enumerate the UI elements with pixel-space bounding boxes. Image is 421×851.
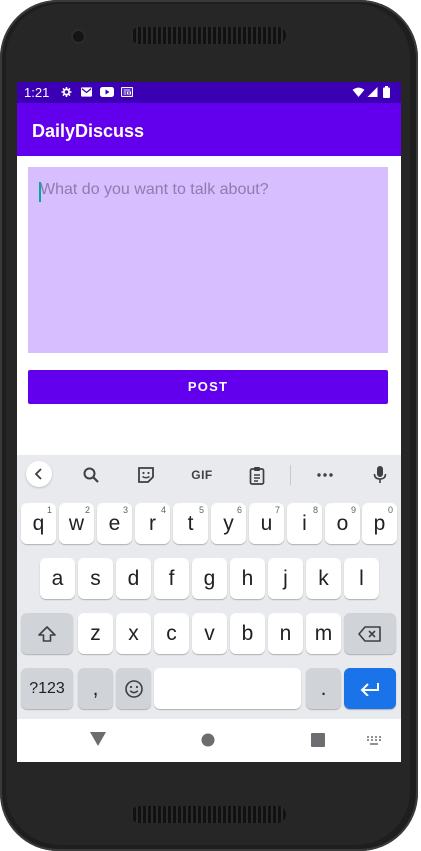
key-d[interactable]: d — [116, 558, 151, 599]
key-t[interactable]: t5 — [173, 503, 208, 544]
clipboard-icon — [249, 466, 265, 485]
key-j[interactable]: j — [268, 558, 303, 599]
post-input-placeholder: What do you want to talk about? — [40, 181, 269, 198]
clipboard-button[interactable] — [243, 463, 271, 487]
home-icon[interactable] — [201, 733, 215, 747]
gmail-icon — [81, 87, 92, 97]
keyboard-switch-icon[interactable] — [366, 736, 382, 746]
key-label: i — [302, 511, 307, 535]
gif-label: GIF — [191, 468, 213, 482]
keyboard-toolbar: GIF — [17, 455, 401, 495]
shift-key[interactable] — [21, 613, 73, 654]
key-label: p — [373, 511, 386, 535]
key-b[interactable]: b — [230, 613, 265, 654]
key-label: o — [336, 511, 349, 535]
comma-key[interactable]: , — [78, 668, 113, 709]
key-x[interactable]: x — [116, 613, 151, 654]
news-icon — [121, 87, 133, 97]
key-hint: 5 — [198, 505, 204, 515]
collapse-toolbar-button[interactable] — [26, 461, 52, 487]
key-a[interactable]: a — [40, 558, 75, 599]
key-l[interactable]: l — [344, 558, 379, 599]
search-icon — [83, 467, 99, 483]
key-label: t — [187, 511, 194, 535]
sticker-icon — [138, 467, 154, 483]
key-hint: 0 — [387, 505, 393, 515]
soft-keyboard: GIF q 1 w 2 e 3 r 4 t 5 y 6 u 7 i 8 o 9 … — [17, 455, 401, 719]
more-horizontal-icon — [317, 473, 333, 477]
toolbar-divider — [290, 465, 291, 485]
key-c[interactable]: c — [154, 613, 189, 654]
more-options-button[interactable] — [311, 463, 339, 487]
key-hint: 6 — [236, 505, 242, 515]
key-e[interactable]: e3 — [97, 503, 132, 544]
backspace-icon — [358, 625, 381, 642]
search-button[interactable] — [77, 463, 105, 487]
symbols-key[interactable]: ?123 — [21, 668, 73, 709]
key-y[interactable]: y6 — [211, 503, 246, 544]
key-hint: 2 — [84, 505, 90, 515]
sticker-button[interactable] — [132, 463, 160, 487]
battery-icon — [383, 86, 390, 98]
emoji-icon — [124, 679, 143, 698]
chevron-left-icon — [34, 468, 42, 480]
key-hint: 9 — [350, 505, 356, 515]
post-input[interactable]: What do you want to talk about? — [28, 167, 388, 353]
key-hint: 3 — [122, 505, 128, 515]
key-i[interactable]: i8 — [287, 503, 322, 544]
key-hint: 7 — [274, 505, 280, 515]
key-hint: 8 — [312, 505, 318, 515]
period-key[interactable]: . — [306, 668, 341, 709]
key-z[interactable]: z — [78, 613, 113, 654]
navigation-bar — [17, 719, 401, 762]
enter-icon — [360, 682, 379, 696]
key-r[interactable]: r4 — [135, 503, 170, 544]
key-h[interactable]: h — [230, 558, 265, 599]
key-label: w — [68, 511, 85, 535]
voice-input-button[interactable] — [366, 463, 394, 487]
key-s[interactable]: s — [78, 558, 113, 599]
emoji-key[interactable] — [116, 668, 151, 709]
cellular-signal-icon — [367, 87, 378, 97]
key-m[interactable]: m — [306, 613, 341, 654]
app-bar: DailyDiscuss — [17, 103, 401, 156]
backspace-key[interactable] — [344, 613, 396, 654]
key-v[interactable]: v — [192, 613, 227, 654]
key-label: r — [149, 511, 156, 535]
key-k[interactable]: k — [306, 558, 341, 599]
wifi-icon — [352, 87, 365, 97]
key-u[interactable]: u7 — [249, 503, 284, 544]
enter-key[interactable] — [344, 668, 396, 709]
key-p[interactable]: p0 — [362, 503, 397, 544]
recents-icon[interactable] — [311, 733, 325, 747]
key-label: e — [108, 511, 121, 535]
key-hint: 1 — [46, 505, 52, 515]
key-label: y — [223, 511, 234, 535]
key-q[interactable]: q1 — [21, 503, 56, 544]
key-w[interactable]: w2 — [59, 503, 94, 544]
front-camera — [73, 31, 84, 42]
key-n[interactable]: n — [268, 613, 303, 654]
key-g[interactable]: g — [192, 558, 227, 599]
earpiece-speaker — [131, 27, 286, 44]
device-screen: 1:21 DailyDiscuss What do you want to ta… — [17, 82, 401, 762]
space-key[interactable] — [154, 668, 301, 709]
youtube-icon — [100, 87, 114, 97]
key-f[interactable]: f — [154, 558, 189, 599]
status-bar: 1:21 — [17, 82, 401, 103]
key-o[interactable]: o9 — [325, 503, 360, 544]
key-label: q — [32, 511, 45, 535]
key-label: u — [260, 511, 273, 535]
bottom-speaker — [131, 806, 286, 823]
gif-button[interactable]: GIF — [187, 463, 217, 487]
shift-icon — [38, 625, 56, 642]
app-title: DailyDiscuss — [32, 121, 145, 141]
post-button[interactable]: POST — [28, 370, 388, 404]
back-icon[interactable] — [90, 732, 106, 746]
settings-icon — [61, 87, 72, 97]
status-time: 1:21 — [24, 85, 50, 100]
microphone-icon — [373, 466, 387, 483]
key-hint: 4 — [160, 505, 166, 515]
